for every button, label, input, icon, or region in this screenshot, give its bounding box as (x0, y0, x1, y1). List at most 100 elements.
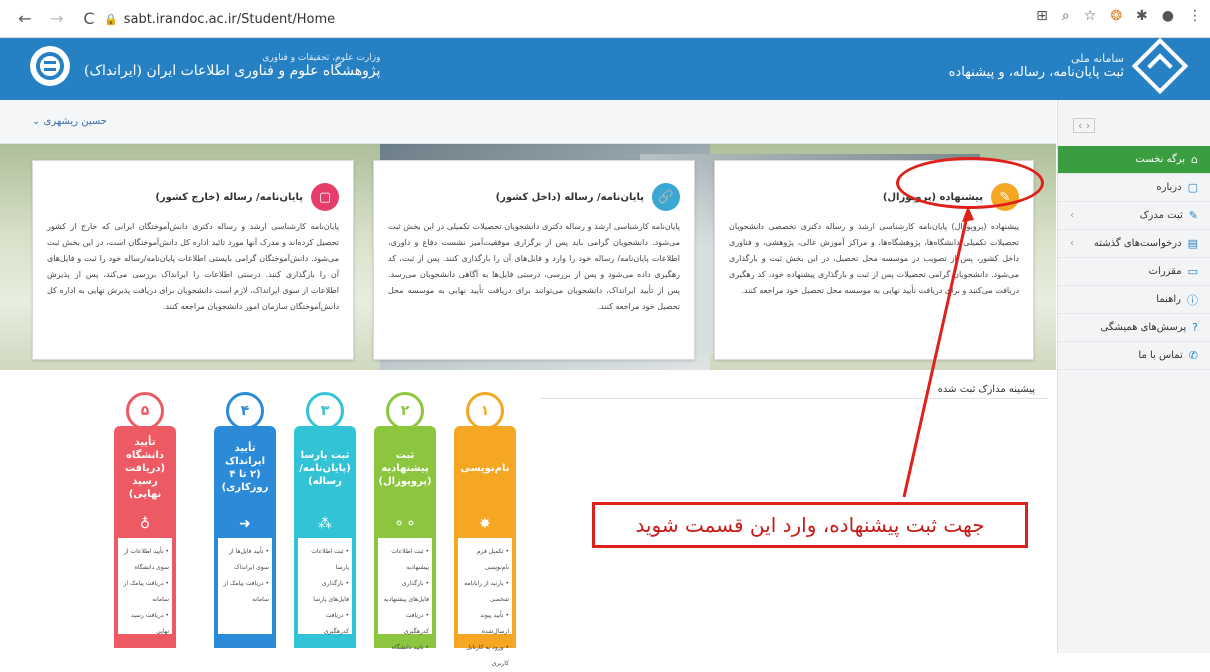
annotation-callout: جهت ثبت پیشنهاده، وارد این قسمت شوید (592, 502, 1028, 548)
process-step: ۳ ثبت پارسا (پایان‌نامه/رساله) ⁂ • ثبت اطلا… (294, 392, 356, 648)
step-title: نام‌نویسی (454, 426, 516, 510)
user-menu[interactable]: حسین ریشهری ⌄ (32, 116, 107, 127)
step-list-item: • بارگذاری فایل‌های پارسا (313, 580, 349, 603)
user-bar: حسین ریشهری ⌄ (0, 100, 1056, 144)
card-title[interactable]: پایان‌نامه/ رساله (خارج کشور) (155, 192, 303, 203)
card-description: پایان‌نامه کارشناسی ارشد و رساله دکتری د… (47, 222, 339, 311)
sidebar-item-label: ثبت مدرک (1139, 210, 1183, 221)
sidebar-item-home[interactable]: برگه نخست ⌂ (1058, 146, 1210, 174)
thesis-abroad-card[interactable]: ▢ پایان‌نامه/ رساله (خارج کشور) پایان‌نام… (32, 160, 354, 360)
step-number: ۴ (226, 392, 264, 430)
sidebar-item-contact[interactable]: تماس با ما ✆ (1058, 342, 1210, 370)
step-icon: ♁ (114, 510, 176, 538)
institute-brand[interactable]: وزارت علوم، تحقیقات و فناوری پژوهشگاه عل… (30, 46, 380, 86)
star-icon[interactable]: ☆ (1084, 8, 1097, 24)
step-list-item: • تکمیل فرم نام‌نویسی (476, 548, 509, 571)
step-title: ثبت پارسا (پایان‌نامه/رساله) (294, 426, 356, 510)
sidebar-item-label: درخواست‌های گذشته (1093, 238, 1182, 249)
document-icon: ▢ (1187, 181, 1198, 194)
step-list-item: • ورود به کارتابل کاربری (466, 644, 509, 667)
sidebar-item-past-requests[interactable]: ‹ درخواست‌های گذشته ▤ (1058, 230, 1210, 258)
system-brand[interactable]: سامانه ملی ثبت پایان‌نامه، رساله، و پیشن… (948, 37, 1189, 95)
zoom-icon[interactable]: ⌕ (1062, 8, 1070, 24)
step-list: • تکمیل فرم نام‌نویسی • یارنید از رایانام… (454, 538, 516, 667)
link-icon: 🔗 (652, 183, 680, 211)
sidebar-item-label: تماس با ما (1138, 350, 1183, 361)
forward-icon[interactable]: → (46, 9, 68, 28)
back-icon[interactable]: ← (14, 9, 36, 28)
institute-name: پژوهشگاه علوم و فناوری اطلاعات ایران (ای… (84, 63, 381, 79)
puzzle-icon[interactable]: ✱ (1136, 8, 1148, 24)
system-small-title: سامانه ملی (1071, 52, 1124, 65)
step-list-item: • تأیید اطلاعات از سوی دانشگاه (123, 548, 169, 571)
sidebar-item-about[interactable]: درباره ▢ (1058, 174, 1210, 202)
step-list-item: • ثبت اطلاعات پارسا (311, 548, 349, 571)
sidebar-item-guide[interactable]: راهنما ⓘ (1058, 286, 1210, 314)
step-icon: ✸ (454, 510, 516, 538)
sidebar-item-register[interactable]: ‹ ثبت مدرک ✎ (1058, 202, 1210, 230)
sidebar-item-label: مقررات (1148, 266, 1182, 277)
process-step: ۲ ثبت پیشنهادیه (پروپوزال) ⚬⚬ • ثبت اطلاعات… (374, 392, 436, 651)
chevron-left-icon: ‹ (1070, 238, 1074, 249)
process-step: ۵ تأیید دانشگاه (دریافت رسید نهایی) ♁ • تأی… (114, 392, 176, 648)
chevron-left-icon: ‹ (1070, 210, 1074, 221)
step-number: ۳ (306, 392, 344, 430)
system-title: ثبت پایان‌نامه، رساله، و پیشنهاده (948, 65, 1124, 80)
step-list: • ثبت اطلاعات پیشنهادیه • بارگذاری فایل‌ه… (374, 538, 436, 651)
sidebar-item-rules[interactable]: مقررات ▭ (1058, 258, 1210, 286)
ministry-label: وزارت علوم، تحقیقات و فناوری (262, 53, 381, 63)
list-icon: ▤ (1187, 237, 1198, 250)
menu-icon[interactable]: ⋮ (1188, 8, 1202, 24)
step-number: ۱ (466, 392, 504, 430)
browser-toolbar: ← → C 🔒 sabt.irandoc.ac.ir/Student/Home … (0, 0, 1210, 38)
browser-actions: ⊞ ⌕ ☆ ❂ ✱ ● ⋮ (1036, 8, 1202, 24)
step-list: • ثبت اطلاعات پارسا • بارگذاری فایل‌های پ… (294, 538, 356, 635)
sidebar-item-faq[interactable]: پرسش‌های همیشگی? (1058, 314, 1210, 342)
url-text: sabt.irandoc.ac.ir/Student/Home (123, 11, 336, 27)
step-number: ۵ (126, 392, 164, 430)
edit-icon: ✎ (1188, 209, 1198, 222)
step-title: تأیید دانشگاه (دریافت رسید نهایی) (114, 426, 176, 510)
info-icon: ⓘ (1187, 293, 1198, 307)
step-list-item: • دریافت پیامک از سامانه (223, 580, 269, 603)
step-title: تأیید ایرانداک (۲ تا ۴ روزکاری) (214, 426, 276, 510)
card-description: پیشنهاده (پروپوزال) پایان‌نامه کارشناسی … (729, 222, 1019, 295)
sidebar-item-label: برگه نخست (1135, 154, 1186, 165)
lock-icon: 🔒 (104, 12, 118, 26)
sidebar-toggle-icon[interactable]: ‹ › (1073, 118, 1096, 133)
translate-icon[interactable]: ⊞ (1036, 8, 1048, 24)
step-icon: ⁂ (294, 510, 356, 538)
thesis-domestic-card[interactable]: 🔗 پایان‌نامه/ رساله (داخل کشور) پایان‌نام… (373, 160, 695, 360)
step-icon: ⚬⚬ (374, 510, 436, 538)
card-title[interactable]: پایان‌نامه/ رساله (داخل کشور) (496, 192, 644, 203)
step-list: • تأیید اطلاعات از سوی دانشگاه • دریافت پ… (114, 538, 176, 635)
step-title: ثبت پیشنهادیه (پروپوزال) (374, 426, 436, 510)
question-icon: ? (1192, 321, 1198, 334)
sidebar-item-label: پرسش‌های همیشگی (1100, 322, 1187, 333)
site-header: وزارت علوم، تحقیقات و فناوری پژوهشگاه عل… (0, 37, 1210, 100)
sidebar-item-label: راهنما (1156, 294, 1181, 305)
rules-icon: ▭ (1187, 265, 1198, 278)
step-list-item: • ثبت اطلاعات پیشنهادیه (391, 548, 429, 571)
process-step: ۱ نام‌نویسی ✸ • تکمیل فرم نام‌نویسی • یارنید… (454, 392, 516, 667)
step-list-item: • تأیید فایل‌ها از سوی ایرانداک (229, 548, 269, 571)
annotation-circle (896, 157, 1044, 209)
step-footer (214, 634, 276, 648)
extension-icon[interactable]: ❂ (1110, 8, 1122, 24)
step-icon: ➜ (214, 510, 276, 538)
profile-icon[interactable]: ● (1162, 8, 1174, 24)
sidebar: ‹ › برگه نخست ⌂ درباره ▢ ‹ ثبت مدرک ✎ ‹ درخوا… (1057, 100, 1210, 653)
irandoc-logo-icon (30, 46, 70, 86)
step-list-item: • یارنید از رایانامه شخصی (464, 580, 509, 603)
step-list-item: • بارگذاری فایل‌های پیشنهادیه (383, 580, 429, 603)
step-list-item: • دریافت پیامک از سامانه (123, 580, 169, 603)
reload-icon[interactable]: C (78, 9, 100, 28)
sidebar-item-label: درباره (1156, 182, 1182, 193)
address-bar[interactable]: 🔒 sabt.irandoc.ac.ir/Student/Home (104, 8, 335, 30)
home-icon: ⌂ (1191, 153, 1198, 166)
document-icon: ▢ (311, 183, 339, 211)
system-logo-icon (1131, 37, 1189, 95)
process-step: ۴ تأیید ایرانداک (۲ تا ۴ روزکاری) ➜ • تأیید… (214, 392, 276, 648)
divider (540, 398, 1048, 399)
step-list: • تأیید فایل‌ها از سوی ایرانداک • دریافت … (214, 538, 276, 634)
